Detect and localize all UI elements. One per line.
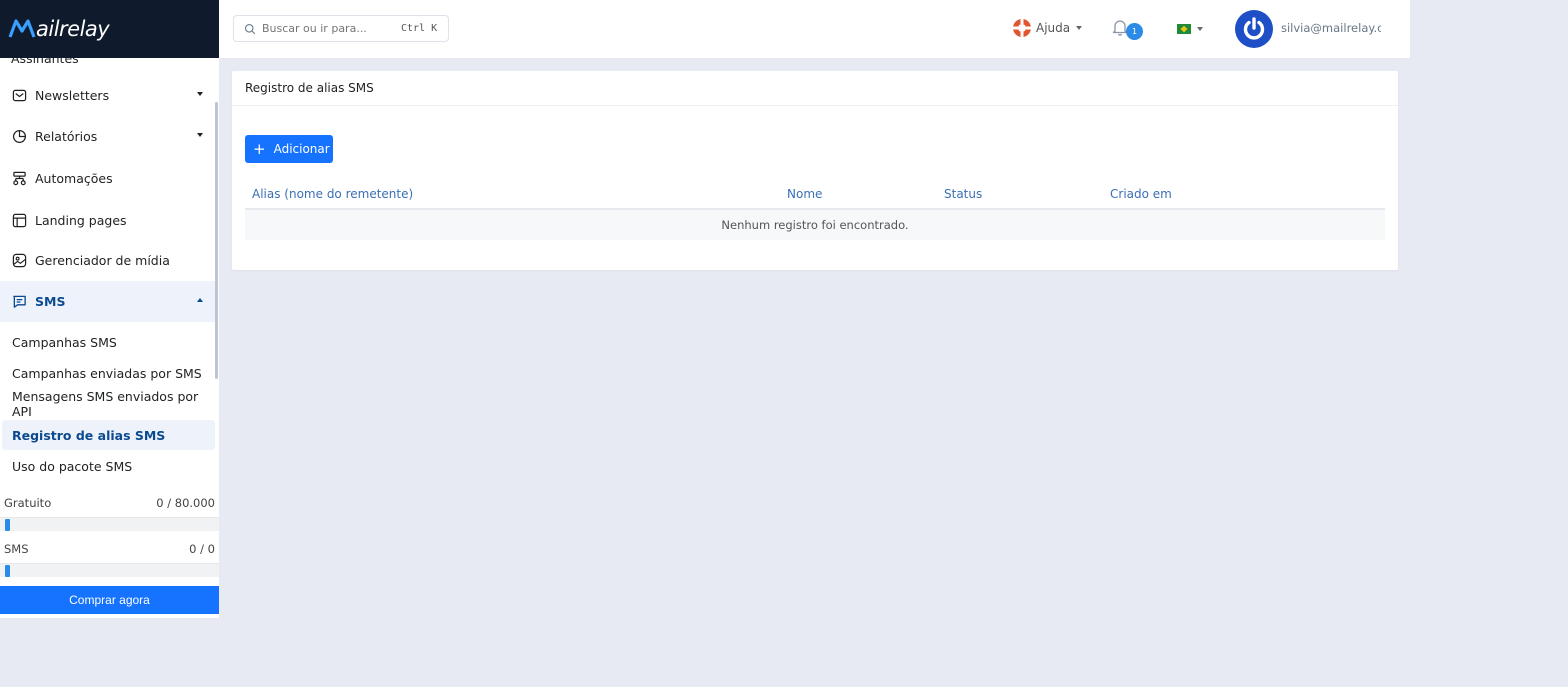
brand-bar: ailrelay [0,0,219,58]
table-empty-row: Nenhum registro foi encontrado. [245,210,1385,240]
quota-label: SMS [4,542,29,556]
search-box[interactable]: Ctrl K [233,15,449,42]
quota-value: 0 / 0 [189,542,215,556]
chevron-down-icon [1197,27,1203,31]
notifications-button[interactable]: 1 [1112,18,1146,42]
buy-now-button[interactable]: Comprar agora [0,586,219,614]
sidebar-subitem-registro-alias[interactable]: Registro de alias SMS [2,420,215,450]
sidebar-scrollbar[interactable] [215,102,218,379]
layout-icon [11,213,27,229]
sidebar-subitem-mensagens-api[interactable]: Mensagens SMS enviados por API [0,389,215,419]
quota-progress [0,517,219,531]
sidebar-item-label: Landing pages [35,213,127,228]
quota-progress-fill [5,565,10,577]
quota-gratuito: Gratuito 0 / 80.000 [0,494,219,531]
alias-registry-card: Registro de alias SMS + Adicionar Alias … [232,71,1398,270]
sidebar-subitem-uso-pacote[interactable]: Uso do pacote SMS [0,451,215,481]
sidebar-subitem-campanhas-enviadas[interactable]: Campanhas enviadas por SMS [0,358,215,388]
envelope-icon [11,88,27,104]
brazil-flag-icon [1177,24,1191,34]
column-header-nome[interactable]: Nome [787,187,822,201]
power-icon [1243,17,1265,40]
sidebar-item-label: Gerenciador de mídia [35,253,170,268]
add-button-label: Adicionar [273,142,330,156]
language-selector[interactable] [1177,24,1203,34]
sidebar: ailrelay Assinantes Newsletters Relatóri… [0,0,219,618]
add-button[interactable]: + Adicionar [245,135,333,163]
column-header-alias[interactable]: Alias (nome do remetente) [252,187,413,201]
sidebar-item-relatorios[interactable]: Relatórios [0,116,215,157]
avatar[interactable] [1235,10,1273,48]
top-bar: Ctrl K Ajuda 1 silvia@mailrelay.com [219,0,1410,58]
sidebar-item-label: Newsletters [35,88,110,103]
sidebar-item-landing-pages[interactable]: Landing pages [0,200,215,241]
quota-label: Gratuito [4,496,52,510]
plus-icon: + [253,139,266,158]
quota-progress-fill [5,519,10,531]
sidebar-item-sms[interactable]: SMS [0,281,215,322]
logo-text: ailrelay [36,17,110,41]
help-label: Ajuda [1036,21,1071,35]
notification-badge: 1 [1126,23,1143,40]
lifebuoy-icon [1013,19,1031,37]
chevron-down-icon [197,133,203,137]
user-email[interactable]: silvia@mailrelay.com [1281,21,1381,35]
sidebar-item-label: Automações [35,171,113,186]
help-dropdown[interactable]: Ajuda [1012,18,1083,38]
chevron-down-icon [197,92,203,96]
quota-sms: SMS 0 / 0 [0,540,219,577]
logo-m-icon [8,19,36,38]
column-header-criado-em[interactable]: Criado em [1110,187,1172,201]
chevron-down-icon [1076,26,1083,30]
quota-progress [0,563,219,577]
chevron-up-icon [197,298,203,302]
search-icon [244,23,256,34]
column-header-status[interactable]: Status [944,187,982,201]
message-icon [11,294,27,310]
sidebar-item-gerenciador-midia[interactable]: Gerenciador de mídia [0,240,215,281]
sidebar-subitem-campanhas-sms[interactable]: Campanhas SMS [0,327,215,357]
empty-message: Nenhum registro foi encontrado. [721,218,909,232]
sidebar-item-automacoes[interactable]: Automações [0,158,215,199]
alias-table: Alias (nome do remetente) Nome Status Cr… [245,181,1385,240]
mailrelay-logo[interactable]: ailrelay [8,17,110,41]
sidebar-item-assinantes-partial[interactable]: Assinantes [11,58,79,66]
table-header: Alias (nome do remetente) Nome Status Cr… [245,181,1385,210]
sidebar-item-label: SMS [35,294,66,309]
sidebar-item-label: Relatórios [35,129,98,144]
search-shortcut: Ctrl K [401,23,438,34]
card-title: Registro de alias SMS [245,81,374,95]
image-icon [11,253,27,269]
search-input[interactable] [262,22,397,35]
flow-icon [11,171,27,187]
quota-value: 0 / 80.000 [156,496,215,510]
sidebar-item-newsletters[interactable]: Newsletters [0,75,215,116]
card-header: Registro de alias SMS [232,71,1398,106]
sidebar-nav[interactable]: Assinantes Newsletters Relatórios Automa… [0,58,219,486]
pie-chart-icon [11,129,27,145]
